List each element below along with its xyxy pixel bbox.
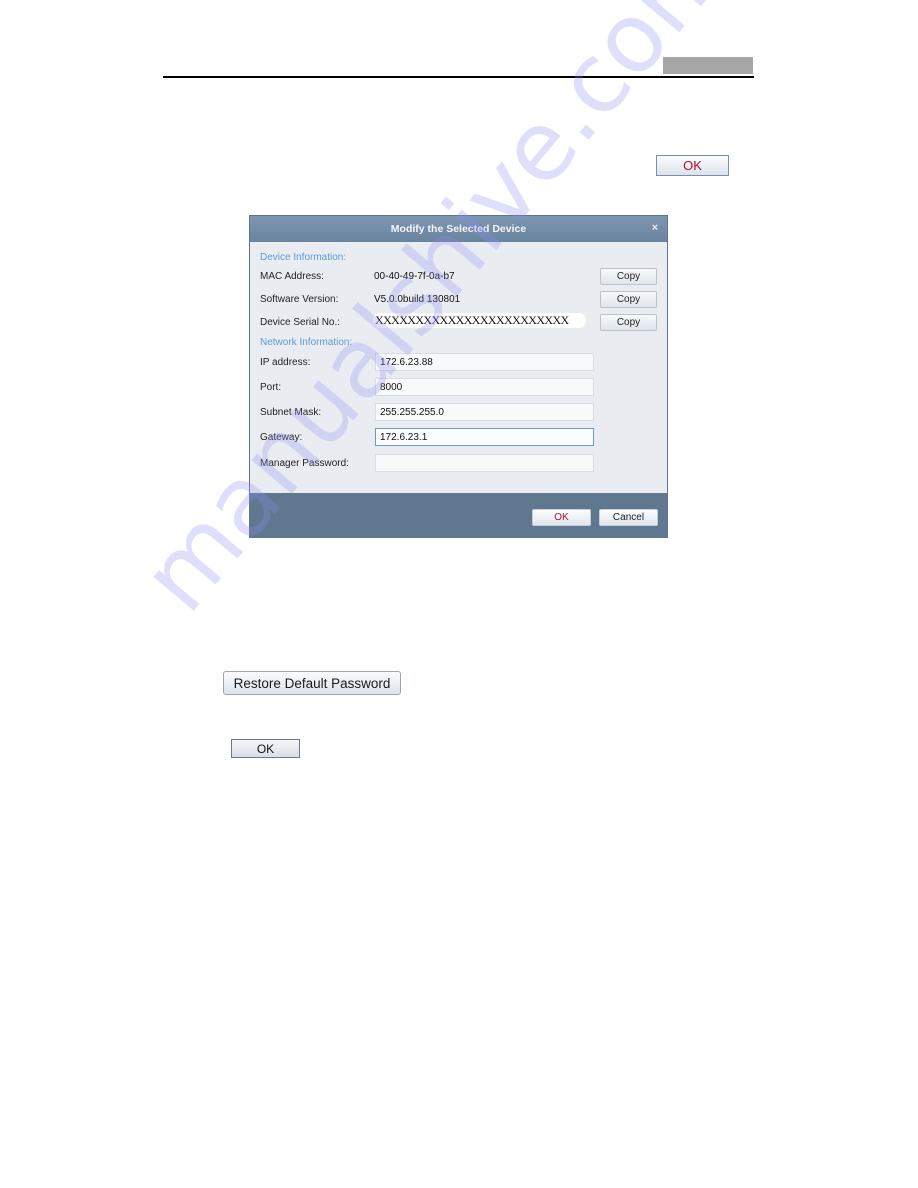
port-input[interactable] bbox=[375, 378, 594, 396]
dialog-footer: OK Cancel bbox=[250, 493, 667, 537]
gateway-input[interactable] bbox=[375, 428, 594, 446]
restore-default-password-button[interactable]: Restore Default Password bbox=[223, 671, 401, 695]
dialog-cancel-button[interactable]: Cancel bbox=[599, 509, 658, 526]
port-label: Port: bbox=[260, 382, 282, 393]
software-version-label: Software Version: bbox=[260, 294, 339, 305]
subnet-mask-input[interactable] bbox=[375, 403, 594, 421]
dialog-title-bar: Modify the Selected Device × bbox=[250, 216, 667, 242]
serial-number-label: Device Serial No.: bbox=[260, 317, 341, 328]
network-information-heading: Network Information: bbox=[260, 337, 353, 348]
subnet-mask-label: Subnet Mask: bbox=[260, 407, 322, 418]
ip-address-label: IP address: bbox=[260, 357, 311, 368]
header-rule bbox=[163, 76, 754, 78]
header-tab-block bbox=[663, 57, 753, 74]
ok-button-illustration[interactable]: OK bbox=[656, 155, 729, 176]
manager-password-input[interactable] bbox=[375, 454, 594, 472]
copy-serial-button[interactable]: Copy bbox=[600, 314, 657, 331]
software-version-value: V5.0.0build 130801 bbox=[374, 294, 461, 305]
close-icon[interactable]: × bbox=[650, 222, 660, 234]
manager-password-label: Manager Password: bbox=[260, 458, 349, 469]
mac-address-label: MAC Address: bbox=[260, 271, 324, 282]
copy-mac-button[interactable]: Copy bbox=[600, 268, 657, 285]
dialog-title: Modify the Selected Device bbox=[390, 223, 527, 235]
ok-button-bottom-illustration[interactable]: OK bbox=[231, 739, 300, 758]
modify-device-dialog: Modify the Selected Device × Device Info… bbox=[249, 215, 668, 538]
dialog-ok-button[interactable]: OK bbox=[532, 509, 591, 526]
mac-address-value: 00-40-49-7f-0a-b7 bbox=[374, 271, 455, 282]
serial-number-value: XXXXXXXXXXXXXXXXXXXXXXXX bbox=[373, 313, 586, 328]
device-information-heading: Device Information: bbox=[260, 252, 347, 263]
copy-software-version-button[interactable]: Copy bbox=[600, 291, 657, 308]
gateway-label: Gateway: bbox=[260, 432, 303, 443]
ip-address-input[interactable] bbox=[375, 353, 594, 371]
